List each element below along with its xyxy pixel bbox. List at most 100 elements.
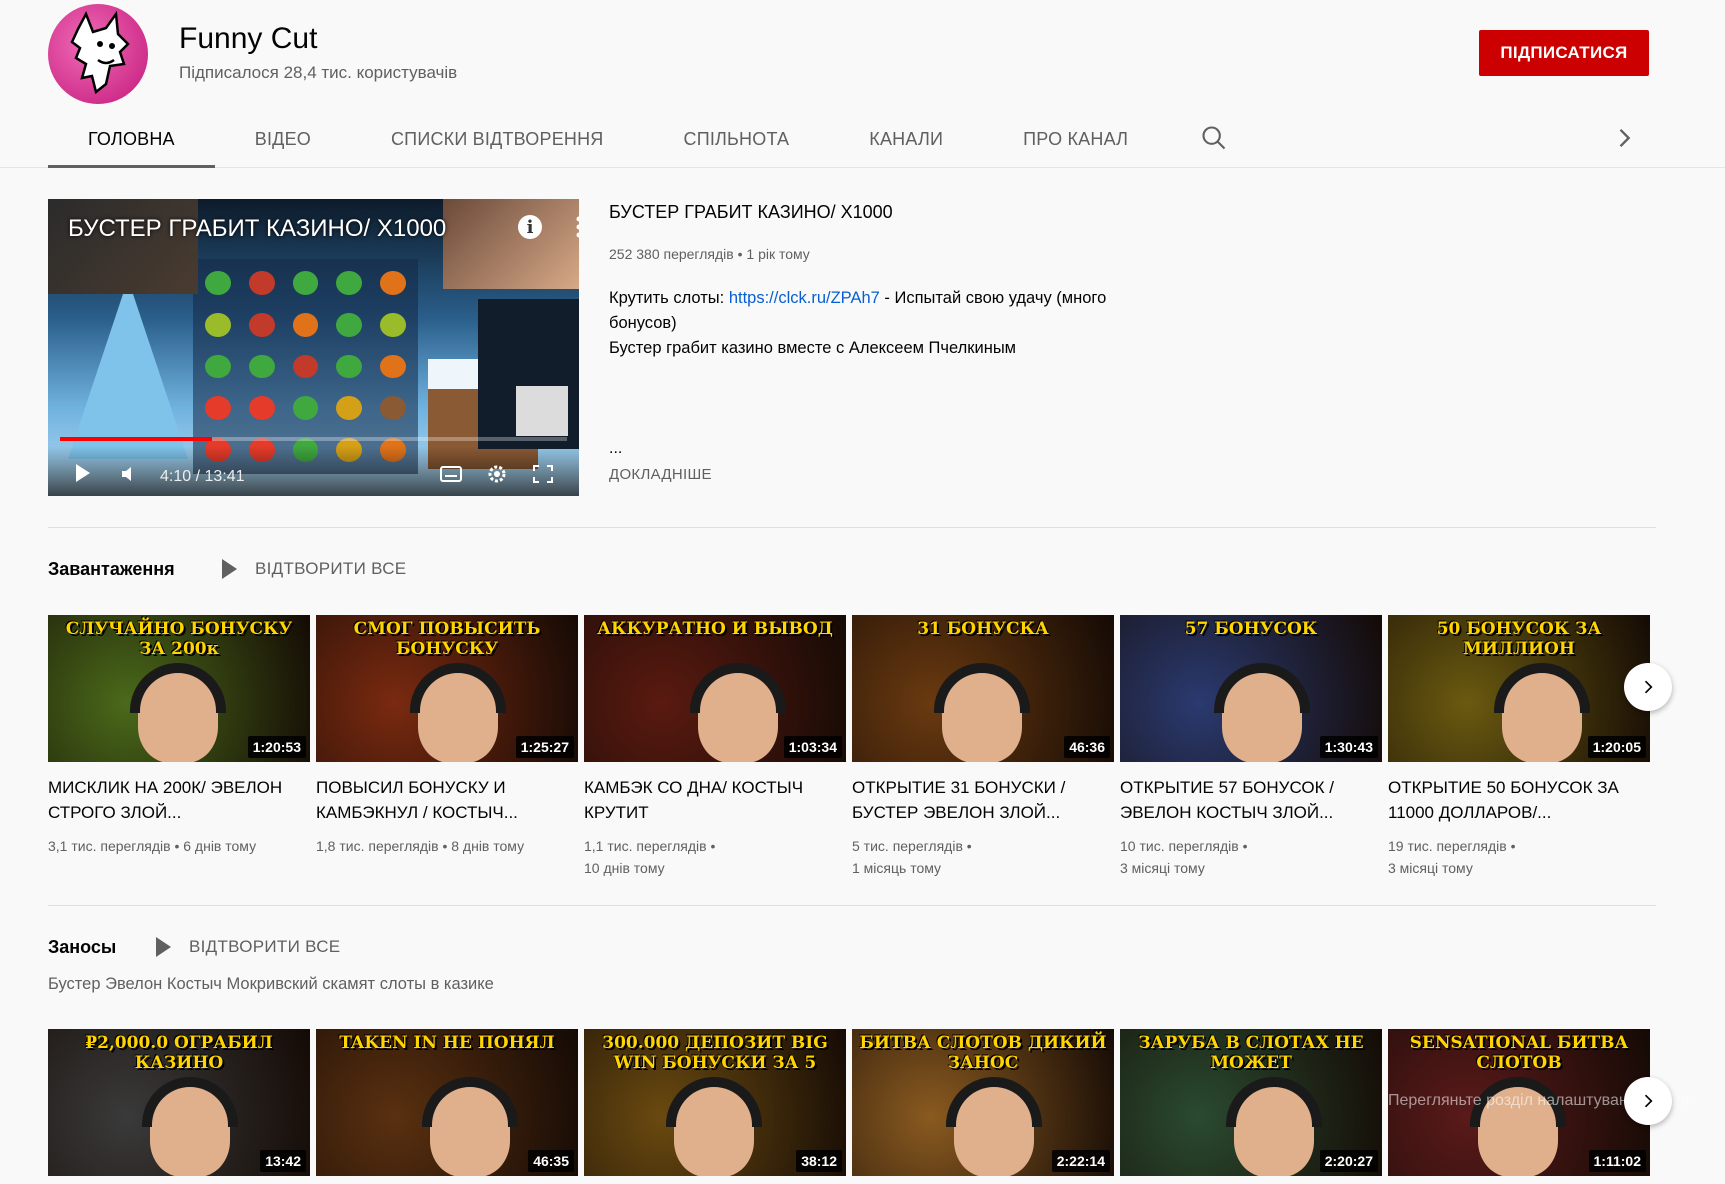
subtitles-icon[interactable] [440,464,462,484]
video-thumbnail[interactable]: 31 БОНУСКА 46:36 [852,615,1114,762]
video-card[interactable]: 300.000 ДЕПОЗИТ BIG WIN БОНУСКИ ЗА 5 38:1… [584,1029,846,1176]
video-thumbnail[interactable]: 50 БОНУСОК ЗА МИЛЛИОН 1:20:05 [1388,615,1650,762]
volume-icon[interactable] [122,466,136,482]
tab-about[interactable]: ПРО КАНАЛ [983,110,1168,168]
video-thumbnail[interactable]: TAKEN IN НЕ ПОНЯЛ 46:35 [316,1029,578,1176]
video-thumbnail[interactable]: ЗАРУБА В СЛОТАХ НЕ МОЖЕТ 2:20:27 [1120,1029,1382,1176]
tab-playlists[interactable]: СПИСКИ ВІДТВОРЕННЯ [351,110,644,168]
desc-ellipsis: ... [609,440,623,457]
thumbnail-caption: БИТВА СЛОТОВ ДИКИЙ ЗАНОС [859,1033,1107,1073]
settings-icon[interactable] [486,464,508,484]
zanosy-play-all[interactable]: ВІДТВОРИТИ ВСЕ [156,937,340,957]
wolf-logo-icon [70,10,130,95]
info-icon[interactable]: i [518,215,542,239]
video-title[interactable]: КАМБЭК СО ДНА/ КОСТЫЧ КРУТИТ [584,775,846,825]
more-vert-icon[interactable] [576,215,579,239]
video-meta-line: 1,8 тис. переглядів • 8 днів тому [316,838,525,854]
video-title[interactable]: ОТКРЫТИЕ 50 БОНУСОК ЗА 11000 ДОЛЛАРОВ/..… [1388,775,1650,825]
channel-header: Funny Cut Підписалося 28,4 тис. користув… [0,0,1725,168]
video-meta: 10 тис. переглядів • 3 місяці тому [1120,835,1382,879]
video-meta-line: 1,1 тис. переглядів • [584,838,716,854]
duration-badge: 46:36 [1064,736,1110,758]
uploads-play-all[interactable]: ВІДТВОРИТИ ВСЕ [222,559,406,579]
duration-badge: 2:22:14 [1051,1150,1110,1172]
video-thumbnail[interactable]: СМОГ ПОВЫСИТЬ БОНУСКУ 1:25:27 [316,615,578,762]
video-meta-line: 3 місяці тому [1120,860,1205,876]
video-title[interactable]: МИСКЛИК НА 200К/ ЭВЕЛОН СТРОГО ЗЛОЙ... [48,775,310,825]
video-meta: 3,1 тис. переглядів • 6 днів тому [48,835,310,857]
video-card[interactable]: 57 БОНУСОК 1:30:43 ОТКРЫТИЕ 57 БОНУСОК / Э… [1120,615,1382,879]
video-card[interactable]: TAKEN IN НЕ ПОНЯЛ 46:35 [316,1029,578,1176]
thumbnail-caption: 57 БОНУСОК [1184,619,1318,639]
video-thumbnail[interactable]: ₽2,000.0 ОГРАБИЛ КАЗИНО 13:42 [48,1029,310,1176]
video-meta-line: 3,1 тис. переглядів • 6 днів тому [48,838,257,854]
video-thumbnail[interactable]: БИТВА СЛОТОВ ДИКИЙ ЗАНОС 2:22:14 [852,1029,1114,1176]
player-time: 4:10 / 13:41 [160,468,245,485]
video-thumbnail[interactable]: 300.000 ДЕПОЗИТ BIG WIN БОНУСКИ ЗА 5 38:1… [584,1029,846,1176]
desc-line2: Бустер грабит казино вместе с Алексеем П… [609,339,1017,357]
video-meta-line: 10 тис. переглядів • [1120,838,1248,854]
duration-badge: 1:11:02 [1588,1150,1646,1172]
video-title[interactable]: ОТКРЫТИЕ 31 БОНУСКИ / БУСТЕР ЭВЕЛОН ЗЛОЙ… [852,775,1114,825]
zanosy-next-button[interactable] [1624,1077,1672,1125]
uploads-next-button[interactable] [1624,663,1672,711]
thumbnail-caption: 31 БОНУСКА [917,619,1049,639]
video-meta-line: 5 тис. переглядів • [852,838,972,854]
chevron-right-icon[interactable] [1610,124,1638,152]
play-icon [222,559,237,579]
zanosy-description: Бустер Эвелон Костыч Мокривский скамят с… [48,975,494,993]
video-thumbnail[interactable]: СЛУЧАЙНО БОНУСКУ ЗА 200к 1:20:53 [48,615,310,762]
thumbnail-caption: СЛУЧАЙНО БОНУСКУ ЗА 200к [65,619,293,659]
video-title[interactable]: ПОВЫСИЛ БОНУСКУ И КАМБЭКНУЛ / КОСТЫЧ... [316,775,578,825]
desc-link[interactable]: https://clck.ru/ZPAh7 [729,289,880,307]
tab-channels[interactable]: КАНАЛИ [829,110,983,168]
video-card[interactable]: БИТВА СЛОТОВ ДИКИЙ ЗАНОС 2:22:14 [852,1029,1114,1176]
video-card[interactable]: 31 БОНУСКА 46:36 ОТКРЫТИЕ 31 БОНУСКИ / БУС… [852,615,1114,879]
progress-bar[interactable] [60,437,567,441]
video-meta-line: 1 місяць тому [852,860,942,876]
player-title[interactable]: БУСТЕР ГРАБИТ КАЗИНО/ X1000 [68,215,446,243]
tab-home[interactable]: ГОЛОВНА [48,110,215,168]
channel-avatar[interactable] [48,4,148,104]
desc-prefix: Крутить слоты: [609,289,729,307]
video-thumbnail[interactable]: АККУРАТНО И ВЫВОД 1:03:34 [584,615,846,762]
thumbnail-caption: 300.000 ДЕПОЗИТ BIG WIN БОНУСКИ ЗА 5 [602,1033,828,1073]
thumbnail-caption: АККУРАТНО И ВЫВОД [597,619,833,639]
duration-badge: 1:20:05 [1587,736,1646,758]
fullscreen-icon[interactable] [532,464,554,484]
duration-badge: 1:30:43 [1319,736,1378,758]
channel-tabs: ГОЛОВНА ВІДЕО СПИСКИ ВІДТВОРЕННЯ СПІЛЬНО… [48,110,1168,168]
play-icon [156,937,171,957]
featured-ago: 1 рік тому [746,246,810,262]
video-card[interactable]: СЛУЧАЙНО БОНУСКУ ЗА 200к 1:20:53 МИСКЛИК Н… [48,615,310,857]
duration-badge: 46:35 [528,1150,574,1172]
zanosy-title[interactable]: Заносы [48,937,116,958]
video-card[interactable]: 50 БОНУСОК ЗА МИЛЛИОН 1:20:05 ОТКРЫТИЕ 50 … [1388,615,1650,879]
duration-badge: 13:42 [260,1150,306,1172]
chevron-right-icon [1644,1094,1653,1108]
video-card[interactable]: ЗАРУБА В СЛОТАХ НЕ МОЖЕТ 2:20:27 [1120,1029,1382,1176]
duration-badge: 2:20:27 [1319,1150,1378,1172]
watermark-logo [516,386,568,436]
video-card[interactable]: ₽2,000.0 ОГРАБИЛ КАЗИНО 13:42 [48,1029,310,1176]
duration-badge: 1:03:34 [783,736,842,758]
video-meta: 1,8 тис. переглядів • 8 днів тому [316,835,578,857]
section-divider [48,527,1656,528]
search-icon[interactable] [1200,124,1228,152]
thumbnail-caption: ЗАРУБА В СЛОТАХ НЕ МОЖЕТ [1138,1033,1364,1073]
subscribe-button[interactable]: ПІДПИСАТИСЯ [1479,30,1649,76]
video-title[interactable]: ОТКРЫТИЕ 57 БОНУСОК / ЭВЕЛОН КОСТЫЧ ЗЛОЙ… [1120,775,1382,825]
featured-video-player[interactable]: БУСТЕР ГРАБИТ КАЗИНО/ X1000 i 4:10 / 13:… [48,199,579,496]
tab-community[interactable]: СПІЛЬНОТА [644,110,830,168]
webcam-right [443,199,579,289]
play-all-label: ВІДТВОРИТИ ВСЕ [255,559,407,578]
featured-title[interactable]: БУСТЕР ГРАБИТ КАЗИНО/ X1000 [609,202,893,223]
read-more-button[interactable]: ДОКЛАДНІШЕ [609,466,712,483]
video-card[interactable]: АККУРАТНО И ВЫВОД 1:03:34 КАМБЭК СО ДНА/ К… [584,615,846,879]
tab-videos[interactable]: ВІДЕО [215,110,351,168]
video-card[interactable]: СМОГ ПОВЫСИТЬ БОНУСКУ 1:25:27 ПОВЫСИЛ БОНУ… [316,615,578,857]
thumbnail-caption: 50 БОНУСОК ЗА МИЛЛИОН [1436,619,1602,659]
uploads-title[interactable]: Завантаження [48,559,175,580]
play-icon[interactable] [76,464,90,482]
video-thumbnail[interactable]: 57 БОНУСОК 1:30:43 [1120,615,1382,762]
